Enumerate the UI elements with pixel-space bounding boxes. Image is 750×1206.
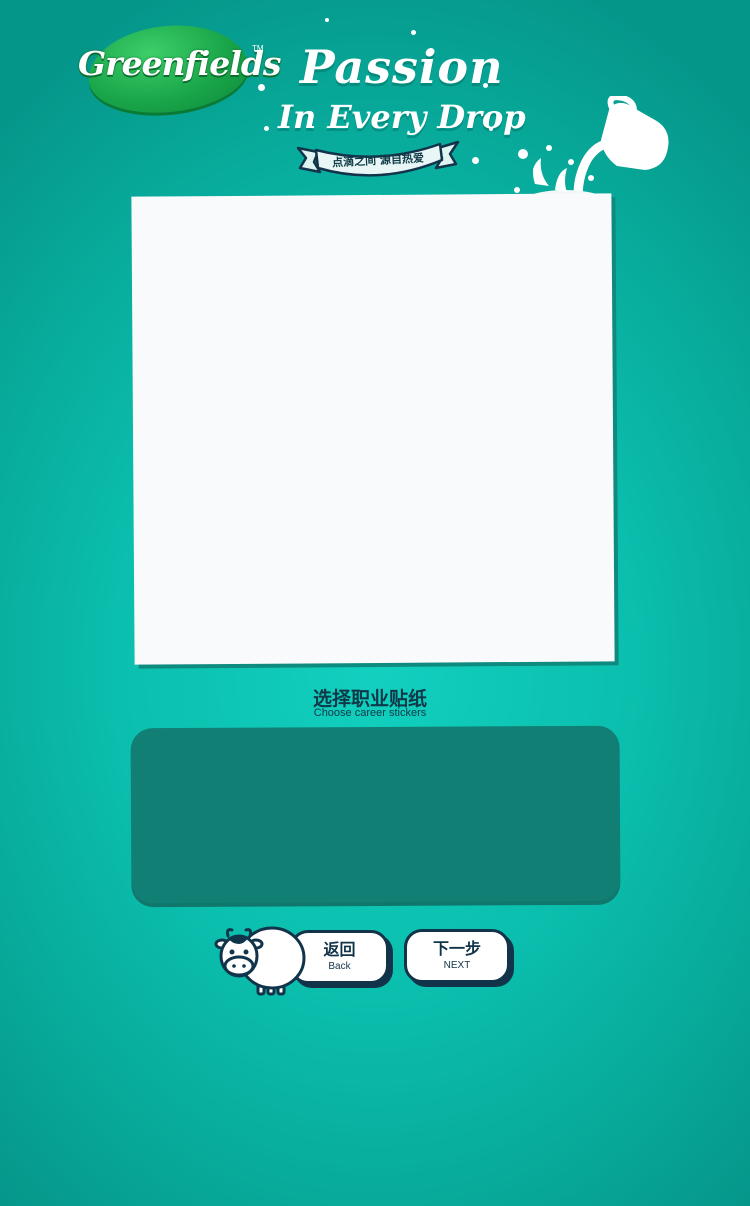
slogan-ribbon: 点滴之间 源自热爱 <box>296 136 460 186</box>
sparkle-dot <box>258 84 265 91</box>
sticker-canvas[interactable] <box>131 193 615 665</box>
sparkle-dot <box>325 18 329 22</box>
cow-icon <box>214 922 308 998</box>
sparkle-dot <box>483 83 488 88</box>
sparkle-dot <box>472 157 479 164</box>
sparkle-dot <box>411 30 416 35</box>
sparkle-dot <box>489 127 493 131</box>
logo-text: Greenfields <box>78 44 281 83</box>
sticker-panel[interactable] <box>130 725 621 908</box>
sparkle-dot <box>264 126 269 131</box>
section-subtitle: Choose career stickers <box>313 707 427 719</box>
next-button-sublabel: NEXT <box>443 960 471 971</box>
logo-trademark: TM <box>252 44 264 53</box>
hero-title-line1: Passion <box>300 40 504 94</box>
greenfields-logo: Greenfields TM <box>78 17 281 121</box>
next-button-label: 下一步 <box>432 939 481 958</box>
hero-title-line2: In Every Drop <box>278 98 526 136</box>
next-button[interactable]: 下一步 NEXT <box>404 929 510 983</box>
